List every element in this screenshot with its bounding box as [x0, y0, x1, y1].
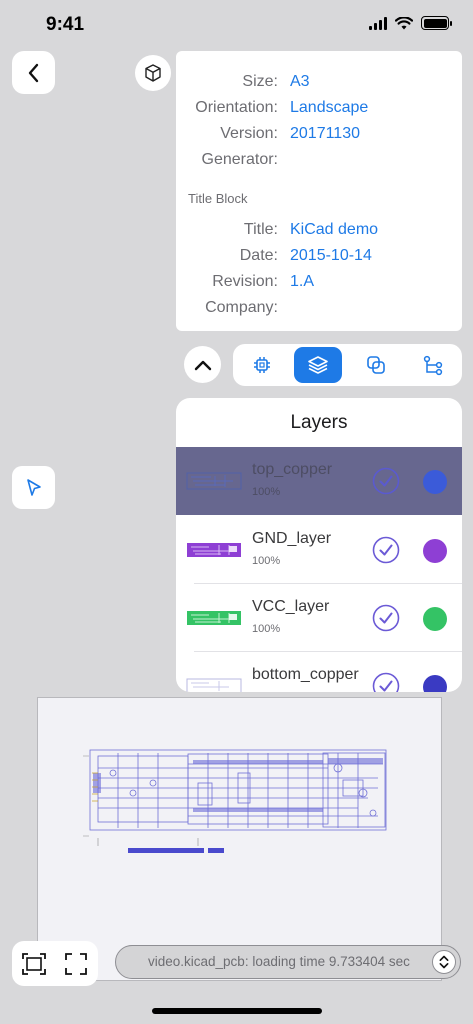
title-block-heading: Title Block — [188, 191, 248, 206]
battery-icon — [421, 16, 452, 30]
info-row-revision: Revision: 1.A — [176, 273, 462, 299]
collapse-button[interactable] — [184, 346, 221, 383]
info-label: Version: — [220, 125, 278, 142]
overlap-icon — [367, 356, 385, 374]
info-value: A3 — [290, 73, 310, 90]
info-row-company: Company: — [176, 299, 462, 325]
chip-icon — [254, 357, 270, 373]
info-label: Orientation: — [195, 99, 278, 116]
fullscreen-icon[interactable] — [63, 951, 89, 977]
layers-icon — [308, 356, 328, 374]
layer-color-swatch[interactable] — [423, 675, 447, 692]
3d-view-button[interactable] — [135, 55, 171, 91]
pcb-board-drawing — [83, 749, 387, 853]
chevron-left-icon — [28, 63, 38, 82]
components-tool-button[interactable] — [238, 347, 286, 383]
info-row-orientation: Orientation: Landscape — [176, 99, 462, 125]
status-message-bar: video.kicad_pcb: loading time 9.733404 s… — [115, 945, 461, 979]
back-button[interactable] — [12, 51, 55, 94]
layer-name: GND_layer — [252, 530, 332, 547]
layer-thumbnail-icon — [186, 472, 242, 490]
layers-tool-button[interactable] — [294, 347, 342, 383]
layer-row-bottom-copper[interactable]: bottom_copper — [176, 652, 462, 692]
layer-name: top_copper — [252, 461, 333, 478]
zoom-controls — [12, 941, 98, 986]
layer-color-swatch[interactable] — [423, 539, 447, 563]
info-value: KiCad demo — [290, 221, 379, 238]
layer-row-top-copper[interactable]: top_copper 100% — [176, 447, 462, 515]
overlap-tool-button[interactable] — [352, 347, 400, 383]
layer-color-swatch[interactable] — [423, 470, 447, 494]
chevron-up-icon — [194, 360, 211, 370]
layer-name: bottom_copper — [252, 666, 359, 683]
status-bar: 9:41 — [0, 0, 473, 50]
cursor-arrow-icon — [26, 478, 41, 496]
home-indicator — [152, 1008, 322, 1014]
layer-row-vcc[interactable]: VCC_layer 100% — [176, 584, 462, 652]
info-label: Generator: — [201, 151, 278, 168]
info-label: Company: — [205, 299, 278, 316]
info-label: Revision: — [212, 273, 278, 290]
view-toolbar — [233, 344, 462, 386]
status-time: 9:41 — [46, 14, 85, 35]
info-label: Title: — [243, 221, 278, 238]
info-label: Date: — [239, 247, 278, 264]
layers-title: Layers — [290, 412, 348, 433]
netlist-tool-button[interactable] — [409, 347, 457, 383]
layer-row-gnd[interactable]: GND_layer 100% — [176, 516, 462, 584]
info-row-generator: Generator: — [176, 151, 462, 177]
layer-thumbnail-icon — [187, 611, 241, 625]
stepper-up-down-icon[interactable] — [432, 950, 456, 974]
status-message: video.kicad_pcb: loading time 9.733404 s… — [148, 954, 410, 969]
cube-icon — [145, 64, 161, 82]
info-label: Size: — [242, 73, 278, 90]
layer-opacity: 100% — [252, 623, 281, 635]
pcb-preview-canvas[interactable] — [37, 697, 442, 981]
layer-thumbnail-icon — [187, 543, 241, 557]
check-circle-icon[interactable] — [372, 536, 400, 564]
wifi-icon — [395, 16, 413, 29]
document-info-panel: Size: A3 Orientation: Landscape Version:… — [176, 51, 462, 331]
info-value: 20171130 — [290, 125, 360, 142]
cellular-signal-icon — [369, 16, 387, 30]
check-circle-icon[interactable] — [372, 672, 400, 692]
check-circle-icon[interactable] — [372, 467, 400, 495]
fit-to-screen-icon[interactable] — [21, 951, 47, 977]
info-value: Landscape — [290, 99, 369, 116]
netlist-icon — [423, 355, 443, 376]
layer-color-swatch[interactable] — [423, 607, 447, 631]
layer-name: VCC_layer — [252, 598, 330, 615]
status-icons — [369, 16, 452, 30]
layer-opacity: 100% — [252, 486, 281, 498]
layer-opacity: 100% — [252, 555, 281, 567]
info-row-date: Date: 2015-10-14 — [176, 247, 462, 273]
info-value: 2015-10-14 — [290, 247, 372, 264]
layers-panel: Layers top_copper 100% GND_layer 100% VC… — [176, 398, 462, 692]
check-circle-icon[interactable] — [372, 604, 400, 632]
info-row-version: Version: 20171130 — [176, 125, 462, 151]
select-tool-button[interactable] — [12, 466, 55, 509]
info-row-size: Size: A3 — [176, 73, 462, 99]
info-value: 1.A — [290, 273, 315, 290]
info-row-title: Title: KiCad demo — [176, 221, 462, 247]
layer-thumbnail-icon — [186, 678, 242, 692]
